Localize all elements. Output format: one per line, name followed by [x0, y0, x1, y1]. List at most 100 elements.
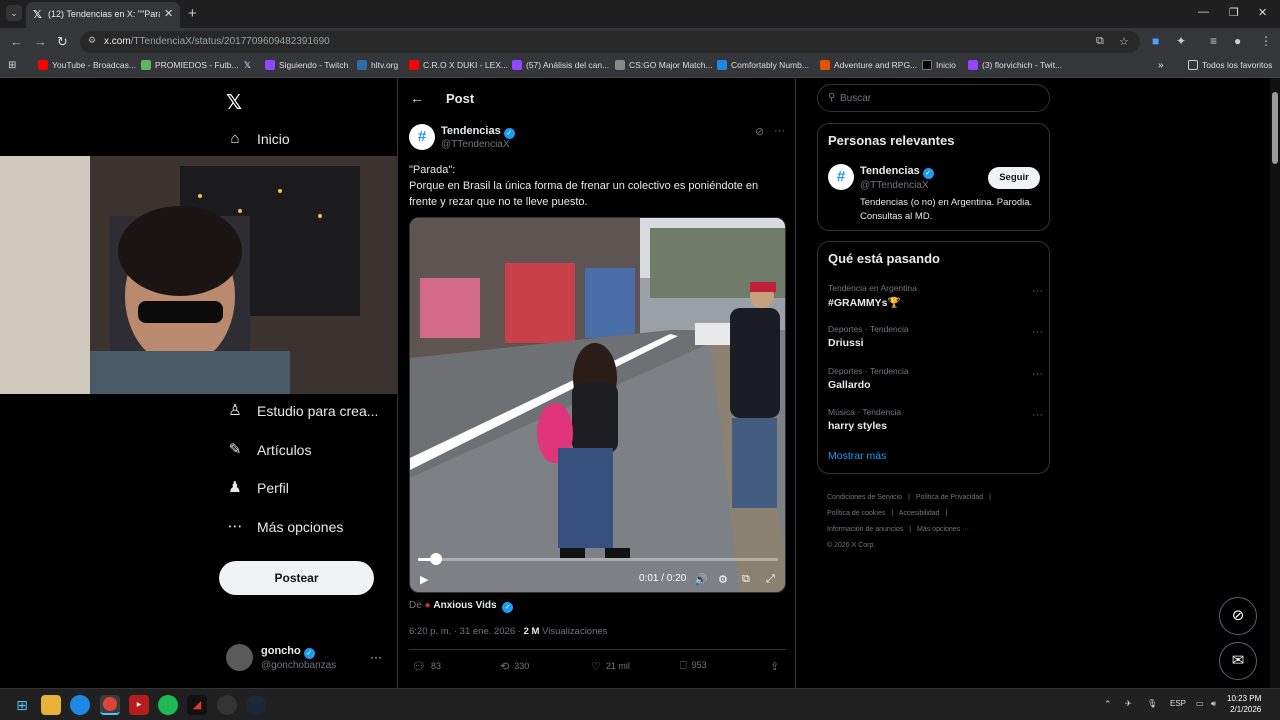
- bookmarks-overflow-icon[interactable]: »: [1158, 60, 1164, 71]
- follow-button[interactable]: Seguir: [988, 167, 1040, 189]
- grok-icon[interactable]: ⊘: [755, 125, 764, 138]
- reply-button[interactable]: 💬︎ 83: [412, 660, 441, 673]
- language-indicator[interactable]: ESP: [1170, 699, 1186, 708]
- nav-creator-studio[interactable]: ♙ Estudio para crea...: [226, 397, 378, 425]
- bookmark-item[interactable]: PROMIEDOS - Futb...: [141, 60, 239, 70]
- bookmark-item[interactable]: (57) Análisis del can...: [512, 60, 609, 70]
- video-progress-bar[interactable]: [418, 553, 778, 565]
- bookmark-item[interactable]: CS:GO Major Match...: [615, 60, 713, 70]
- repost-button[interactable]: ⟲ 330: [500, 660, 529, 673]
- file-explorer-icon[interactable]: [41, 695, 61, 715]
- footer-link[interactable]: Política de Privacidad: [916, 494, 983, 501]
- trend-more-icon[interactable]: ···: [1032, 326, 1043, 338]
- post-button[interactable]: Postear: [219, 561, 374, 595]
- trend-more-icon[interactable]: ···: [1032, 285, 1043, 297]
- trend-more-icon[interactable]: ···: [1032, 409, 1043, 421]
- nav-articles[interactable]: ✎ Artículos: [226, 436, 312, 464]
- restore-icon[interactable]: ❐: [1229, 6, 1239, 19]
- edge-icon[interactable]: [70, 695, 90, 715]
- media-control-icon[interactable]: ≡: [1210, 34, 1217, 48]
- search-bar[interactable]: ⚲: [817, 84, 1050, 112]
- x-logo-icon[interactable]: 𝕏: [226, 90, 242, 115]
- show-more-link[interactable]: Mostrar más: [828, 450, 886, 462]
- bookmark-item[interactable]: Inicio: [922, 60, 956, 70]
- video-source-name[interactable]: Anxious Vids: [433, 600, 496, 611]
- bookmark-item-x[interactable]: 𝕏: [244, 60, 251, 71]
- close-window-icon[interactable]: ✕: [1258, 6, 1267, 19]
- grok-fab-icon[interactable]: ⊘: [1219, 597, 1257, 635]
- author-handle[interactable]: @TTendenciaX: [441, 139, 510, 150]
- trend-more-icon[interactable]: ···: [1032, 368, 1043, 380]
- nav-profile[interactable]: ♟ Perfil: [226, 474, 289, 502]
- footer-link[interactable]: Accesibilidad: [899, 510, 940, 517]
- system-clock[interactable]: 10:23 PM 2/1/2026: [1227, 693, 1261, 715]
- address-bar[interactable]: ⚙ x.com/TTendenciaX/status/2017709609482…: [80, 31, 1140, 53]
- bookmark-item[interactable]: C.R.O X DUKI - LEX...: [409, 60, 508, 70]
- picture-in-picture-icon[interactable]: ⧉: [742, 573, 750, 586]
- install-app-icon[interactable]: ⧉: [1096, 35, 1104, 48]
- nav-more[interactable]: ⋯ Más opciones: [226, 513, 344, 541]
- forward-icon[interactable]: →: [34, 34, 47, 49]
- footer-link[interactable]: Información de anuncios: [827, 526, 903, 533]
- steam-icon[interactable]: [246, 695, 266, 715]
- app-icon[interactable]: ◢: [187, 695, 207, 715]
- play-icon[interactable]: ▶: [420, 573, 428, 586]
- microphone-icon[interactable]: 🎙︎: [1147, 699, 1157, 708]
- chrome-icon[interactable]: [100, 695, 120, 715]
- tray-app-icon[interactable]: ✈: [1125, 699, 1132, 708]
- footer-link[interactable]: Más opciones ···: [917, 526, 969, 533]
- minimize-icon[interactable]: —: [1198, 6, 1209, 18]
- profile-avatar-icon[interactable]: ●: [1234, 34, 1241, 48]
- bookmark-star-icon[interactable]: ☆: [1119, 35, 1129, 48]
- footer-link[interactable]: Condiciones de Servicio: [827, 494, 902, 501]
- trend-item[interactable]: Tendencia en Argentina #GRAMMYs🏆 ···: [828, 283, 1043, 309]
- tab-search-icon[interactable]: ⌄: [6, 5, 22, 21]
- reload-icon[interactable]: ↻: [57, 34, 68, 50]
- author-name[interactable]: Tendencias ✓: [441, 125, 515, 139]
- browser-menu-icon[interactable]: ⋮: [1260, 34, 1272, 48]
- app-icon[interactable]: ▶: [129, 695, 149, 715]
- network-icon[interactable]: ▭: [1196, 699, 1204, 708]
- search-input[interactable]: [840, 90, 1040, 106]
- post-more-icon[interactable]: ···: [774, 125, 785, 137]
- volume-icon[interactable]: 🔊: [694, 573, 708, 586]
- relevant-person-name[interactable]: Tendencias ✓: [860, 165, 934, 179]
- bookmark-item[interactable]: Comfortably Numb...: [717, 60, 809, 70]
- site-info-icon[interactable]: ⚙: [88, 35, 96, 46]
- avatar[interactable]: #: [828, 164, 854, 190]
- tray-overflow-icon[interactable]: ⌃: [1104, 699, 1112, 710]
- account-name[interactable]: goncho ✓: [261, 645, 315, 659]
- video-player[interactable]: ▶ 0:01 / 0:20 🔊 ⚙ ⧉ ⤢: [409, 217, 786, 593]
- settings-gear-icon[interactable]: ⚙: [718, 573, 728, 586]
- spotify-icon[interactable]: [158, 695, 178, 715]
- video-scrubber-handle[interactable]: [430, 553, 442, 565]
- apps-grid-icon[interactable]: ⊞: [8, 60, 16, 71]
- bookmark-button[interactable]: ⎕ 953: [680, 660, 707, 673]
- author-avatar[interactable]: #: [409, 124, 435, 150]
- bookmark-item[interactable]: Siguiendo - Twitch: [265, 60, 348, 70]
- bookmark-item[interactable]: Adventure and RPG...: [820, 60, 917, 70]
- extension-icon[interactable]: ■: [1152, 34, 1159, 48]
- bookmark-item[interactable]: YouTube - Broadcas...: [38, 60, 136, 70]
- back-arrow-icon[interactable]: ←: [410, 90, 424, 106]
- footer-link[interactable]: Política de cookies: [827, 510, 885, 517]
- volume-tray-icon[interactable]: 🔊︎: [1211, 699, 1216, 709]
- nav-home[interactable]: ⌂ Inicio: [226, 125, 289, 153]
- tab-close-icon[interactable]: ✕: [164, 7, 173, 20]
- fullscreen-icon[interactable]: ⤢: [766, 573, 775, 586]
- page-scrollbar[interactable]: [1270, 78, 1280, 688]
- post-timestamp[interactable]: 6:20 p. m. · 31 ene. 2026 ·: [409, 626, 521, 637]
- all-favorites-folder[interactable]: Todos los favoritos: [1188, 60, 1272, 70]
- browser-tab[interactable]: 𝕏 (12) Tendencias en X: ""Parada" ✕: [26, 2, 180, 28]
- app-icon[interactable]: [217, 695, 237, 715]
- share-icon[interactable]: ⇪: [770, 660, 784, 673]
- scrollbar-thumb[interactable]: [1272, 92, 1278, 164]
- trend-item[interactable]: Deportes · Tendencia Driussi ···: [828, 324, 1043, 349]
- like-button[interactable]: ♡ 21 mil: [591, 660, 630, 673]
- avatar[interactable]: [226, 644, 253, 671]
- new-tab-icon[interactable]: +: [188, 5, 197, 22]
- bookmark-item[interactable]: hltv.org: [357, 60, 398, 70]
- extensions-puzzle-icon[interactable]: ✦: [1176, 34, 1186, 48]
- messages-fab-icon[interactable]: ✉: [1219, 642, 1257, 680]
- bookmark-item[interactable]: (3) florvichich - Twit...: [968, 60, 1062, 70]
